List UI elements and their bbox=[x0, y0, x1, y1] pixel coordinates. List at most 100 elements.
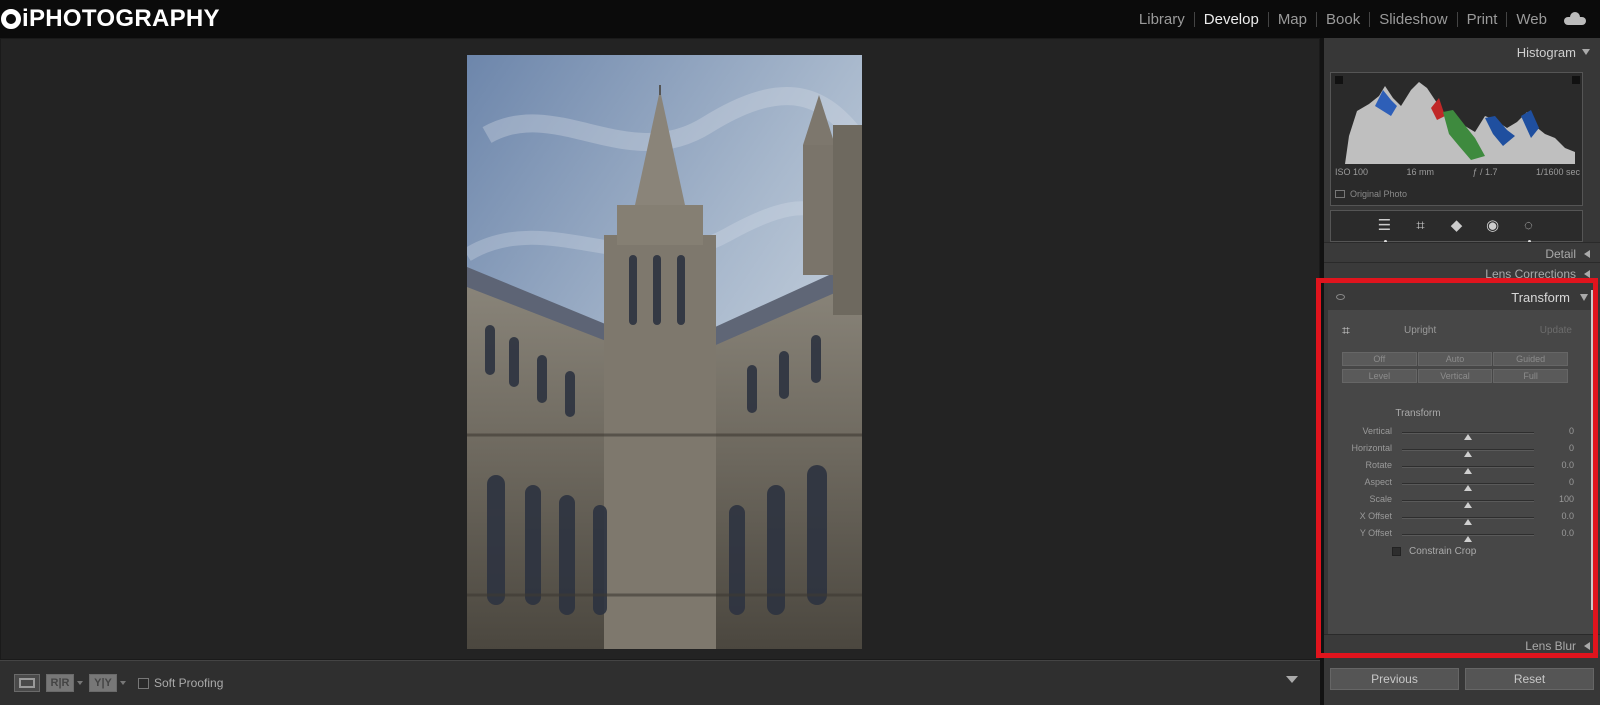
vertical-value[interactable]: 0 bbox=[1534, 426, 1574, 436]
x-offset-slider[interactable] bbox=[1402, 517, 1534, 525]
reset-button[interactable]: Reset bbox=[1465, 668, 1594, 690]
previous-button[interactable]: Previous bbox=[1330, 668, 1459, 690]
module-library[interactable]: Library bbox=[1130, 11, 1195, 27]
lens-blur-title: Lens Blur bbox=[1525, 638, 1576, 653]
histogram-header[interactable]: Histogram bbox=[1324, 38, 1600, 66]
aspect-slider-row: Aspect 0 bbox=[1328, 477, 1588, 491]
histogram-box[interactable]: ISO 100 16 mm ƒ / 1.7 1/1600 sec Origina… bbox=[1330, 72, 1583, 206]
toolbar-options-dropdown-icon[interactable] bbox=[1286, 676, 1298, 683]
upright-vertical-button[interactable]: Vertical bbox=[1417, 369, 1493, 383]
module-slideshow[interactable]: Slideshow bbox=[1370, 11, 1458, 27]
before-after-button[interactable]: R|R bbox=[46, 674, 74, 692]
y-offset-slider-thumb[interactable] bbox=[1464, 536, 1472, 542]
histogram-graph bbox=[1335, 76, 1580, 164]
aspect-label: Aspect bbox=[1364, 477, 1392, 487]
panel-visibility-eye-icon[interactable] bbox=[1336, 294, 1345, 300]
upright-level-button[interactable]: Level bbox=[1342, 369, 1417, 383]
loupe-view-button[interactable] bbox=[14, 674, 40, 692]
aspect-value[interactable]: 0 bbox=[1534, 477, 1574, 487]
image-canvas[interactable] bbox=[0, 38, 1320, 660]
logo-ring-icon bbox=[1, 9, 21, 29]
transform-section-label: Transform bbox=[1395, 408, 1441, 419]
detail-panel-title: Detail bbox=[1545, 246, 1576, 261]
original-photo-checkbox[interactable] bbox=[1335, 190, 1345, 198]
lens-blur-panel-header[interactable]: Lens Blur bbox=[1324, 634, 1600, 656]
crop-icon[interactable]: ⌗ bbox=[1413, 218, 1429, 234]
transform-body: ⌗ Upright Update Off Auto Guided Level V… bbox=[1328, 310, 1596, 646]
lens-blur-expand-icon[interactable] bbox=[1584, 641, 1590, 650]
vertical-slider-row: Vertical 0 bbox=[1328, 426, 1588, 440]
top-bar: iPHOTOGRAPHY Library Develop Map Book Sl… bbox=[0, 0, 1600, 38]
module-print[interactable]: Print bbox=[1458, 11, 1508, 27]
transform-panel: Transform ⌗ Upright Update Off Auto Guid… bbox=[1328, 284, 1596, 650]
upright-guided-button[interactable]: Guided bbox=[1493, 352, 1568, 366]
before-after-dropdown-icon[interactable] bbox=[77, 681, 83, 685]
aspect-slider-thumb[interactable] bbox=[1464, 485, 1472, 491]
vertical-slider[interactable] bbox=[1402, 432, 1534, 440]
update-button[interactable]: Update bbox=[1540, 325, 1572, 336]
lens-corrections-panel-header[interactable]: Lens Corrections bbox=[1324, 262, 1600, 284]
rotate-slider[interactable] bbox=[1402, 466, 1534, 474]
module-develop[interactable]: Develop bbox=[1195, 11, 1269, 27]
rotate-value[interactable]: 0.0 bbox=[1534, 460, 1574, 470]
constrain-crop-toggle[interactable]: Constrain Crop bbox=[1392, 546, 1476, 557]
x-offset-label: X Offset bbox=[1359, 511, 1392, 521]
upright-off-button[interactable]: Off bbox=[1342, 352, 1417, 366]
swap-dropdown-icon[interactable] bbox=[120, 681, 126, 685]
vertical-label: Vertical bbox=[1362, 426, 1392, 436]
upright-full-button[interactable]: Full bbox=[1493, 369, 1568, 383]
vertical-slider-thumb[interactable] bbox=[1464, 434, 1472, 440]
exif-aperture: ƒ / 1.7 bbox=[1472, 167, 1498, 177]
before-after-swap-button[interactable]: Y|Y bbox=[89, 674, 117, 692]
x-offset-value[interactable]: 0.0 bbox=[1534, 511, 1574, 521]
scale-slider[interactable] bbox=[1402, 500, 1534, 508]
module-book[interactable]: Book bbox=[1317, 11, 1371, 27]
transform-header[interactable]: Transform bbox=[1328, 284, 1596, 310]
horizontal-slider-row: Horizontal 0 bbox=[1328, 443, 1588, 457]
x-offset-slider-thumb[interactable] bbox=[1464, 519, 1472, 525]
transform-collapse-icon[interactable] bbox=[1580, 294, 1588, 301]
y-offset-label: Y Offset bbox=[1359, 528, 1392, 538]
y-offset-slider[interactable] bbox=[1402, 534, 1534, 542]
masking-icon[interactable]: ◌ bbox=[1521, 218, 1537, 243]
detail-expand-icon[interactable] bbox=[1584, 249, 1590, 258]
histogram-collapse-icon[interactable] bbox=[1582, 49, 1590, 55]
bottom-toolbar: R|R Y|Y Soft Proofing bbox=[0, 660, 1320, 705]
horizontal-value[interactable]: 0 bbox=[1534, 443, 1574, 453]
tool-strip: ☰ ⌗ ◆ ◉ ◌ bbox=[1330, 210, 1583, 243]
original-photo-toggle[interactable]: Original Photo bbox=[1335, 189, 1407, 199]
module-map[interactable]: Map bbox=[1269, 11, 1317, 27]
module-web[interactable]: Web bbox=[1507, 12, 1556, 27]
rotate-label: Rotate bbox=[1365, 460, 1392, 470]
upright-auto-button[interactable]: Auto bbox=[1417, 352, 1493, 366]
x-offset-slider-row: X Offset 0.0 bbox=[1328, 511, 1588, 525]
soft-proofing-label: Soft Proofing bbox=[154, 676, 224, 690]
exif-info: ISO 100 16 mm ƒ / 1.7 1/1600 sec bbox=[1335, 167, 1580, 177]
horizontal-slider-thumb[interactable] bbox=[1464, 451, 1472, 457]
aspect-slider[interactable] bbox=[1402, 483, 1534, 491]
eraser-icon[interactable]: ◆ bbox=[1449, 218, 1465, 234]
panel-scrollbar[interactable] bbox=[1591, 290, 1594, 610]
guided-upright-tool-icon[interactable]: ⌗ bbox=[1342, 322, 1362, 339]
horizontal-label: Horizontal bbox=[1351, 443, 1392, 453]
scale-value[interactable]: 100 bbox=[1534, 494, 1574, 504]
scale-label: Scale bbox=[1369, 494, 1392, 504]
soft-proofing-checkbox[interactable] bbox=[138, 677, 149, 689]
cloud-icon[interactable] bbox=[1564, 12, 1586, 25]
rotate-slider-row: Rotate 0.0 bbox=[1328, 460, 1588, 474]
scale-slider-thumb[interactable] bbox=[1464, 502, 1472, 508]
rotate-slider-thumb[interactable] bbox=[1464, 468, 1472, 474]
y-offset-value[interactable]: 0.0 bbox=[1534, 528, 1574, 538]
upright-label: Upright bbox=[1404, 325, 1437, 336]
exif-focal-length: 16 mm bbox=[1406, 167, 1434, 177]
red-eye-icon[interactable]: ◉ bbox=[1485, 218, 1501, 234]
transform-title: Transform bbox=[1511, 289, 1570, 305]
lens-corrections-expand-icon[interactable] bbox=[1584, 269, 1590, 278]
detail-panel-header[interactable]: Detail bbox=[1324, 242, 1600, 264]
shadow-clipping-icon bbox=[1335, 76, 1343, 84]
horizontal-slider[interactable] bbox=[1402, 449, 1534, 457]
edit-sliders-icon[interactable]: ☰ bbox=[1377, 218, 1393, 243]
exif-iso: ISO 100 bbox=[1335, 167, 1369, 177]
constrain-crop-checkbox[interactable] bbox=[1392, 547, 1401, 556]
upright-row: ⌗ Upright Update bbox=[1342, 322, 1572, 339]
